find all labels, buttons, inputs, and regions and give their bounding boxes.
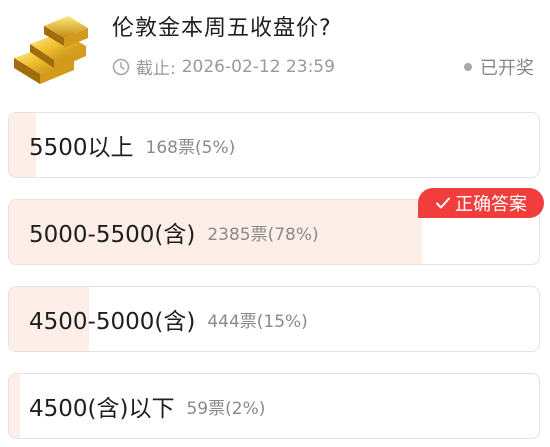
poll-option-3[interactable]: 4500-5000(含) 444票(15%): [8, 286, 540, 352]
option-label: 5000-5500(含): [29, 222, 196, 248]
deadline-value: 2026-02-12 23:59: [181, 56, 335, 77]
correct-answer-label: 正确答案: [455, 194, 527, 215]
option-content: 4500-5000(含) 444票(15%): [29, 287, 308, 351]
option-content: 4500(含)以下 59票(2%): [29, 374, 265, 438]
clock-icon: [112, 58, 130, 75]
check-icon: [436, 197, 450, 209]
option-label: 4500(含)以下: [29, 396, 175, 422]
option-content: 5500以上 168票(5%): [29, 113, 235, 177]
option-label: 5500以上: [29, 135, 134, 161]
option-votes: 2385票(78%): [207, 224, 319, 245]
option-votes: 444票(15%): [207, 311, 308, 332]
gold-bars-icon: [14, 16, 88, 84]
status-dot-icon: [464, 63, 472, 71]
option-label: 4500-5000(含): [29, 309, 196, 335]
poll-option-4[interactable]: 4500(含)以下 59票(2%): [8, 373, 540, 439]
option-votes: 59票(2%): [186, 398, 266, 419]
status-text: 已开奖: [480, 58, 534, 79]
poll-title: 伦敦金本周五收盘价?: [112, 16, 332, 41]
deadline-label: 截止:: [136, 59, 176, 79]
option-content: 5000-5500(含) 2385票(78%): [29, 200, 319, 264]
vote-share-bar: [9, 374, 20, 438]
deadline-info: 截止: 2026-02-12 23:59: [112, 54, 335, 79]
correct-answer-badge: 正确答案: [418, 188, 544, 218]
poll-status: 已开奖: [464, 54, 534, 80]
poll-header: 伦敦金本周五收盘价? 截止: 2026-02-12 23:59 已开奖: [0, 0, 550, 100]
option-votes: 168票(5%): [145, 137, 236, 158]
poll-option-1[interactable]: 5500以上 168票(5%): [8, 112, 540, 178]
